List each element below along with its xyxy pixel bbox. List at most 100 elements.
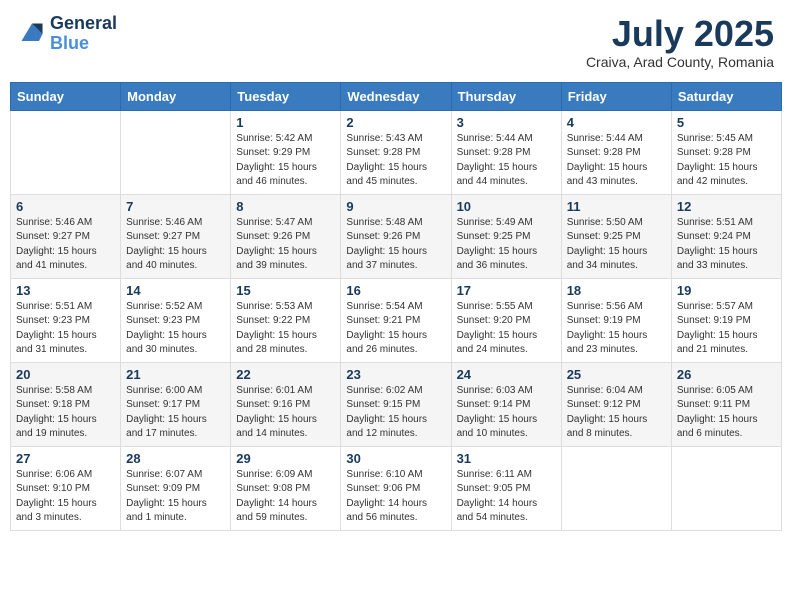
calendar-week-row: 13 Sunrise: 5:51 AMSunset: 9:23 PMDayligh… (11, 278, 782, 362)
calendar-cell: 4 Sunrise: 5:44 AMSunset: 9:28 PMDaylight… (561, 110, 671, 194)
calendar-cell: 29 Sunrise: 6:09 AMSunset: 9:08 PMDayligh… (231, 446, 341, 530)
day-info: Sunrise: 6:11 AMSunset: 9:05 PMDaylight:… (457, 468, 556, 526)
logo-line1: General (50, 14, 117, 34)
day-info: Sunrise: 5:50 AMSunset: 9:25 PMDaylight:… (567, 216, 666, 274)
day-number: 21 (126, 367, 225, 382)
day-info: Sunrise: 5:45 AMSunset: 9:28 PMDaylight:… (677, 132, 776, 190)
day-info: Sunrise: 5:46 AMSunset: 9:27 PMDaylight:… (126, 216, 225, 274)
weekday-header: Friday (561, 82, 671, 110)
day-info: Sunrise: 6:00 AMSunset: 9:17 PMDaylight:… (126, 384, 225, 442)
calendar-cell: 11 Sunrise: 5:50 AMSunset: 9:25 PMDayligh… (561, 194, 671, 278)
calendar-cell: 17 Sunrise: 5:55 AMSunset: 9:20 PMDayligh… (451, 278, 561, 362)
calendar-cell: 18 Sunrise: 5:56 AMSunset: 9:19 PMDayligh… (561, 278, 671, 362)
calendar-cell (121, 110, 231, 194)
day-info: Sunrise: 5:54 AMSunset: 9:21 PMDaylight:… (346, 300, 445, 358)
day-number: 19 (677, 283, 776, 298)
calendar-cell: 15 Sunrise: 5:53 AMSunset: 9:22 PMDayligh… (231, 278, 341, 362)
day-number: 14 (126, 283, 225, 298)
day-number: 7 (126, 199, 225, 214)
calendar-week-row: 20 Sunrise: 5:58 AMSunset: 9:18 PMDayligh… (11, 362, 782, 446)
day-info: Sunrise: 6:07 AMSunset: 9:09 PMDaylight:… (126, 468, 225, 526)
logo-icon (18, 20, 46, 48)
day-number: 15 (236, 283, 335, 298)
day-number: 30 (346, 451, 445, 466)
day-info: Sunrise: 5:42 AMSunset: 9:29 PMDaylight:… (236, 132, 335, 190)
day-info: Sunrise: 5:51 AMSunset: 9:23 PMDaylight:… (16, 300, 115, 358)
calendar-week-row: 1Sunrise: 5:42 AMSunset: 9:29 PMDaylight… (11, 110, 782, 194)
day-number: 13 (16, 283, 115, 298)
day-number: 29 (236, 451, 335, 466)
day-info: Sunrise: 5:53 AMSunset: 9:22 PMDaylight:… (236, 300, 335, 358)
calendar-cell: 25 Sunrise: 6:04 AMSunset: 9:12 PMDayligh… (561, 362, 671, 446)
day-info: Sunrise: 5:48 AMSunset: 9:26 PMDaylight:… (346, 216, 445, 274)
day-number: 31 (457, 451, 556, 466)
weekday-header: Saturday (671, 82, 781, 110)
day-number: 26 (677, 367, 776, 382)
day-info: Sunrise: 6:05 AMSunset: 9:11 PMDaylight:… (677, 384, 776, 442)
calendar-cell: 2 Sunrise: 5:43 AMSunset: 9:28 PMDaylight… (341, 110, 451, 194)
calendar-cell: 21 Sunrise: 6:00 AMSunset: 9:17 PMDayligh… (121, 362, 231, 446)
calendar-header-row: SundayMondayTuesdayWednesdayThursdayFrid… (11, 82, 782, 110)
day-info: Sunrise: 5:58 AMSunset: 9:18 PMDaylight:… (16, 384, 115, 442)
calendar-cell: 28 Sunrise: 6:07 AMSunset: 9:09 PMDayligh… (121, 446, 231, 530)
day-number: 4 (567, 115, 666, 130)
day-number: 24 (457, 367, 556, 382)
day-info: Sunrise: 5:43 AMSunset: 9:28 PMDaylight:… (346, 132, 445, 190)
day-number: 12 (677, 199, 776, 214)
calendar-cell: 22 Sunrise: 6:01 AMSunset: 9:16 PMDayligh… (231, 362, 341, 446)
day-number: 9 (346, 199, 445, 214)
day-info: Sunrise: 5:55 AMSunset: 9:20 PMDaylight:… (457, 300, 556, 358)
day-number: 8 (236, 199, 335, 214)
calendar-cell: 24 Sunrise: 6:03 AMSunset: 9:14 PMDayligh… (451, 362, 561, 446)
calendar-week-row: 6 Sunrise: 5:46 AMSunset: 9:27 PMDaylight… (11, 194, 782, 278)
day-info: Sunrise: 5:44 AMSunset: 9:28 PMDaylight:… (457, 132, 556, 190)
day-info: Sunrise: 6:01 AMSunset: 9:16 PMDaylight:… (236, 384, 335, 442)
day-info: Sunrise: 6:06 AMSunset: 9:10 PMDaylight:… (16, 468, 115, 526)
day-number: 22 (236, 367, 335, 382)
calendar-cell (671, 446, 781, 530)
weekday-header: Thursday (451, 82, 561, 110)
day-info: Sunrise: 6:04 AMSunset: 9:12 PMDaylight:… (567, 384, 666, 442)
day-number: 27 (16, 451, 115, 466)
day-number: 20 (16, 367, 115, 382)
calendar-cell: 14 Sunrise: 5:52 AMSunset: 9:23 PMDayligh… (121, 278, 231, 362)
location: Craiva, Arad County, Romania (586, 54, 774, 70)
logo: General Blue (18, 14, 117, 54)
day-info: Sunrise: 5:51 AMSunset: 9:24 PMDaylight:… (677, 216, 776, 274)
calendar-cell: 7 Sunrise: 5:46 AMSunset: 9:27 PMDaylight… (121, 194, 231, 278)
calendar-table: SundayMondayTuesdayWednesdayThursdayFrid… (10, 82, 782, 531)
calendar-cell: 26 Sunrise: 6:05 AMSunset: 9:11 PMDayligh… (671, 362, 781, 446)
day-number: 28 (126, 451, 225, 466)
day-info: Sunrise: 5:52 AMSunset: 9:23 PMDaylight:… (126, 300, 225, 358)
calendar-cell: 16 Sunrise: 5:54 AMSunset: 9:21 PMDayligh… (341, 278, 451, 362)
calendar-cell: 20 Sunrise: 5:58 AMSunset: 9:18 PMDayligh… (11, 362, 121, 446)
day-info: Sunrise: 6:10 AMSunset: 9:06 PMDaylight:… (346, 468, 445, 526)
calendar-cell: 23Sunrise: 6:02 AMSunset: 9:15 PMDayligh… (341, 362, 451, 446)
weekday-header: Sunday (11, 82, 121, 110)
calendar-cell (11, 110, 121, 194)
calendar-cell (561, 446, 671, 530)
calendar-cell: 30 Sunrise: 6:10 AMSunset: 9:06 PMDayligh… (341, 446, 451, 530)
title-block: July 2025 Craiva, Arad County, Romania (586, 14, 774, 70)
day-number: 11 (567, 199, 666, 214)
calendar-cell: 1Sunrise: 5:42 AMSunset: 9:29 PMDaylight… (231, 110, 341, 194)
month-title: July 2025 (586, 14, 774, 54)
weekday-header: Monday (121, 82, 231, 110)
day-info: Sunrise: 6:03 AMSunset: 9:14 PMDaylight:… (457, 384, 556, 442)
calendar-cell: 8Sunrise: 5:47 AMSunset: 9:26 PMDaylight… (231, 194, 341, 278)
day-number: 25 (567, 367, 666, 382)
day-number: 18 (567, 283, 666, 298)
day-number: 16 (346, 283, 445, 298)
day-number: 6 (16, 199, 115, 214)
day-number: 2 (346, 115, 445, 130)
calendar-cell: 13 Sunrise: 5:51 AMSunset: 9:23 PMDayligh… (11, 278, 121, 362)
calendar-cell: 5Sunrise: 5:45 AMSunset: 9:28 PMDaylight… (671, 110, 781, 194)
calendar-cell: 3Sunrise: 5:44 AMSunset: 9:28 PMDaylight… (451, 110, 561, 194)
day-info: Sunrise: 6:09 AMSunset: 9:08 PMDaylight:… (236, 468, 335, 526)
weekday-header: Wednesday (341, 82, 451, 110)
day-info: Sunrise: 5:44 AMSunset: 9:28 PMDaylight:… (567, 132, 666, 190)
day-info: Sunrise: 5:56 AMSunset: 9:19 PMDaylight:… (567, 300, 666, 358)
day-number: 17 (457, 283, 556, 298)
day-info: Sunrise: 5:57 AMSunset: 9:19 PMDaylight:… (677, 300, 776, 358)
day-info: Sunrise: 5:49 AMSunset: 9:25 PMDaylight:… (457, 216, 556, 274)
